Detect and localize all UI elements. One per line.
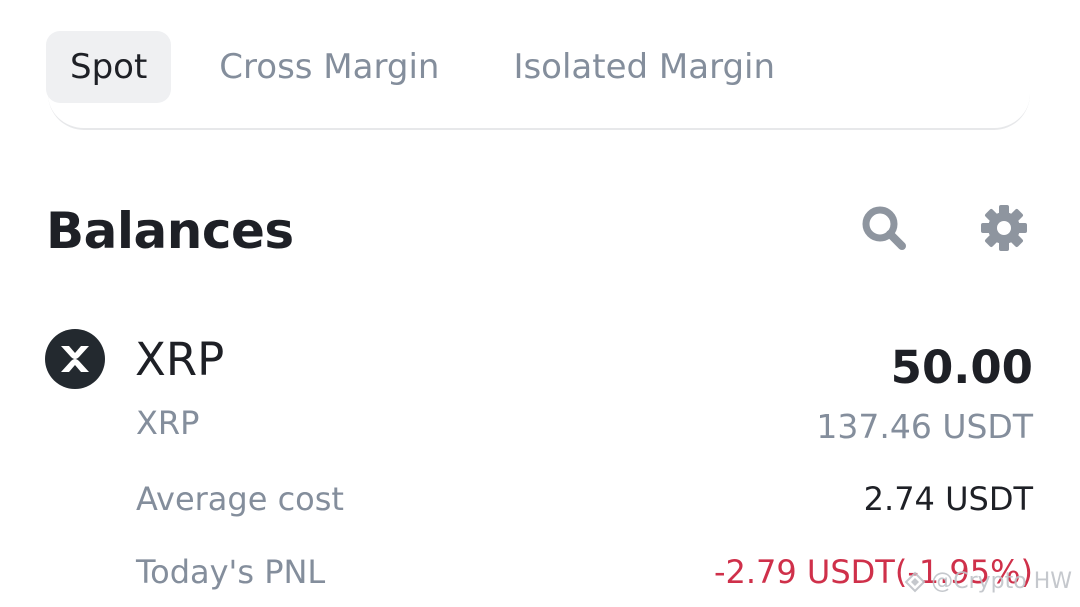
- asset-amount: 50.00: [890, 341, 1033, 394]
- asset-name: XRP: [136, 404, 200, 442]
- average-cost-label: Average cost: [136, 480, 344, 518]
- gear-icon: [981, 205, 1027, 251]
- watermark-text: @Crypto HW: [931, 569, 1072, 594]
- watermark: @Crypto HW: [903, 567, 1072, 597]
- search-button[interactable]: [858, 202, 910, 254]
- search-icon: [862, 206, 906, 250]
- todays-pnl-label: Today's PNL: [136, 553, 326, 591]
- card-divider: [48, 84, 1030, 130]
- asset-symbol[interactable]: XRP: [135, 330, 224, 390]
- xrp-logo-icon: [45, 329, 105, 389]
- page-title: Balances: [46, 202, 294, 260]
- settings-button[interactable]: [978, 202, 1030, 254]
- binance-square-logo-icon: [904, 571, 926, 593]
- asset-usdt-value: 137.46 USDT: [816, 407, 1033, 446]
- spot-balances-screen: Spot Cross Margin Isolated Margin Balanc…: [0, 0, 1080, 607]
- average-cost-value: 2.74 USDT: [863, 480, 1033, 518]
